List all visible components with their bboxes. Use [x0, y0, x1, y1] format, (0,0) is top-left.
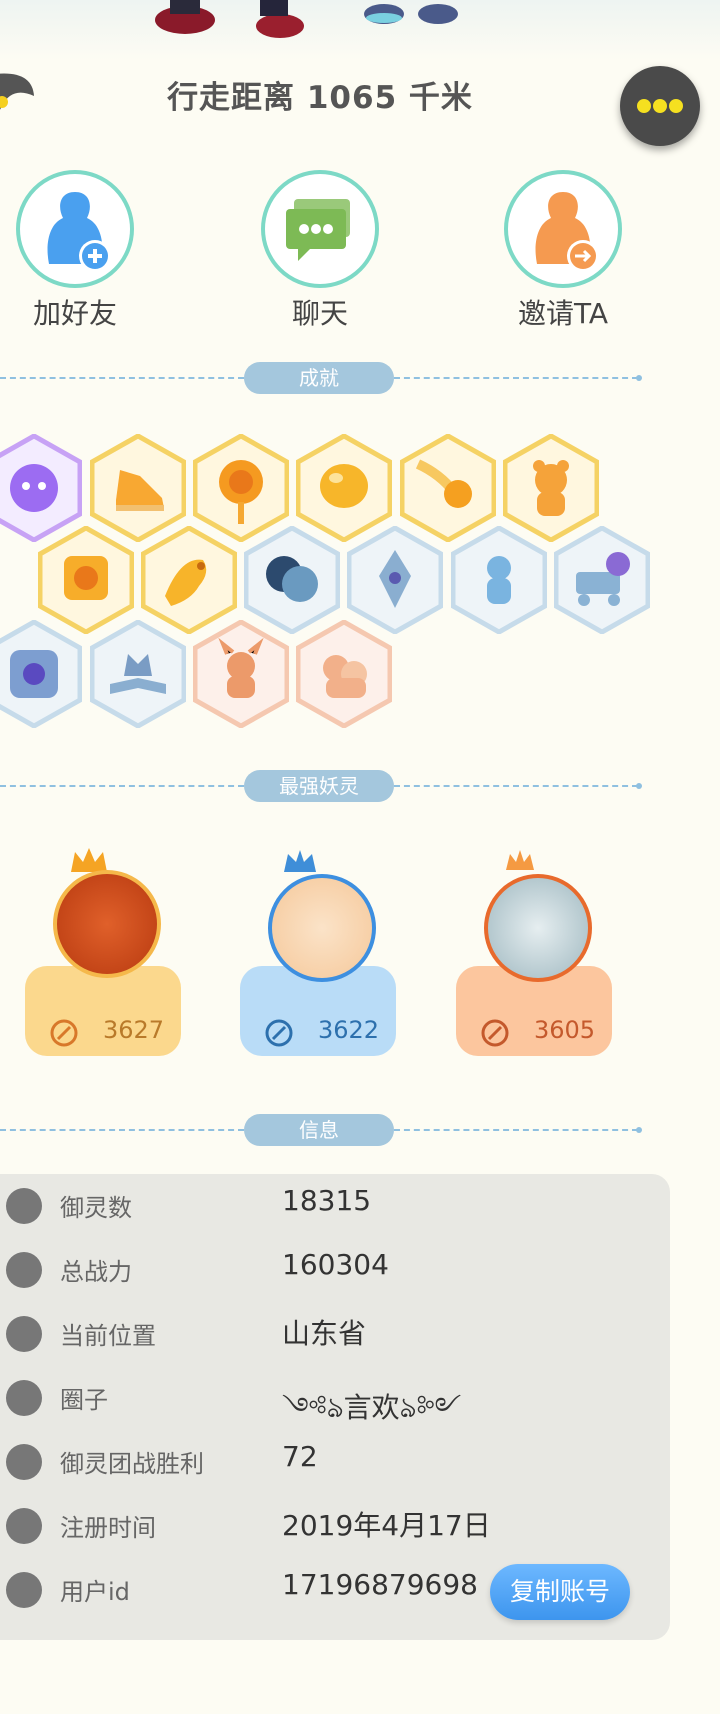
- info-value: 72: [282, 1440, 318, 1473]
- character-shoes: [360, 0, 460, 42]
- info-row-team-wins: 御灵团战胜利 72: [0, 1430, 680, 1494]
- info-key: 注册时间: [60, 1514, 156, 1542]
- info-title: 信息: [244, 1114, 394, 1146]
- copy-account-button[interactable]: 复制账号: [490, 1564, 630, 1620]
- add-friend-button[interactable]: 加好友: [0, 170, 155, 332]
- add-friend-label: 加好友: [32, 297, 117, 330]
- info-key: 御灵团战胜利: [60, 1450, 204, 1478]
- id-card-icon: [6, 1572, 42, 1608]
- character-feet-right: [250, 0, 310, 42]
- info-key: 御灵数: [60, 1194, 132, 1222]
- info-row-total-power: 总战力 160304: [0, 1238, 680, 1302]
- horned-spirit-icon[interactable]: [193, 620, 289, 728]
- sword-icon: [50, 1019, 78, 1047]
- info-row-circle: 圈子 ༺ঌ言欢ঌ༻: [0, 1366, 680, 1430]
- orange-crown-icon: [506, 850, 534, 870]
- monster-card-3[interactable]: 3605: [456, 846, 616, 1056]
- twin-cat-icon[interactable]: [296, 620, 392, 728]
- more-dots-icon: [637, 99, 683, 113]
- chat-label: 聊天: [291, 297, 348, 330]
- strongest-divider: 最强妖灵: [0, 770, 642, 802]
- info-value: 18315: [282, 1184, 372, 1217]
- stroller-cat-icon[interactable]: [554, 526, 650, 634]
- shield-badge-icon[interactable]: [0, 620, 82, 728]
- sword-icon: [265, 1019, 293, 1047]
- strongest-title: 最强妖灵: [244, 770, 394, 802]
- invite-button[interactable]: 邀请TA: [483, 170, 643, 332]
- monster-score-3: 3605: [534, 1016, 596, 1044]
- monster-card-2[interactable]: 3622: [240, 846, 400, 1056]
- info-row-register-time: 注册时间 2019年4月17日: [0, 1494, 680, 1558]
- blue-crystal-icon[interactable]: [347, 526, 443, 634]
- invite-label: 邀请TA: [517, 297, 609, 330]
- chat-button[interactable]: 聊天: [240, 170, 400, 332]
- info-row-location: 当前位置 山东省: [0, 1302, 680, 1366]
- info-value: 160304: [282, 1248, 389, 1281]
- info-divider: 信息: [0, 1114, 642, 1146]
- monster-avatar-1: [53, 870, 161, 978]
- info-key: 用户id: [60, 1578, 130, 1606]
- clock-icon: [6, 1508, 42, 1544]
- achievements-title: 成就: [244, 362, 394, 394]
- blue-crown-icon: [284, 850, 316, 872]
- wolf-book-icon[interactable]: [90, 620, 186, 728]
- moon-eclipse-icon[interactable]: [244, 526, 340, 634]
- achievements-divider: 成就: [0, 362, 642, 394]
- chat-icon: [261, 170, 379, 288]
- monster-avatar-2: [268, 874, 376, 982]
- monster-score-2: 3622: [318, 1016, 380, 1044]
- info-key: 总战力: [60, 1258, 132, 1286]
- info-value: 2019年4月17日: [282, 1509, 491, 1542]
- spirit-count-icon: [6, 1188, 42, 1224]
- walk-distance: 行走距离 1065 千米: [167, 80, 473, 116]
- golden-dragon-icon[interactable]: [141, 526, 237, 634]
- monster-avatar-3: [484, 874, 592, 982]
- sword-icon: [481, 1019, 509, 1047]
- achievement-grid: [0, 430, 660, 730]
- monster-score-1: 3627: [103, 1016, 165, 1044]
- location-pin-icon: [6, 1316, 42, 1352]
- info-value: 17196879698: [282, 1568, 478, 1601]
- water-spirit-icon[interactable]: [451, 526, 547, 634]
- yinyang-block-icon[interactable]: [38, 526, 134, 634]
- more-button[interactable]: [620, 66, 700, 146]
- character-feet-left: [150, 0, 220, 42]
- trophy-figure-icon: [6, 1444, 42, 1480]
- circle-group-icon: [6, 1380, 42, 1416]
- info-value: 山东省: [282, 1317, 367, 1350]
- sword-icon: [6, 1252, 42, 1288]
- info-key: 当前位置: [60, 1322, 156, 1350]
- info-row-spirit-count: 御灵数 18315: [0, 1174, 680, 1238]
- invite-icon: [504, 170, 622, 288]
- add-friend-icon: [16, 170, 134, 288]
- monster-card-1[interactable]: 3627: [25, 846, 185, 1056]
- info-key: 圈子: [60, 1386, 108, 1414]
